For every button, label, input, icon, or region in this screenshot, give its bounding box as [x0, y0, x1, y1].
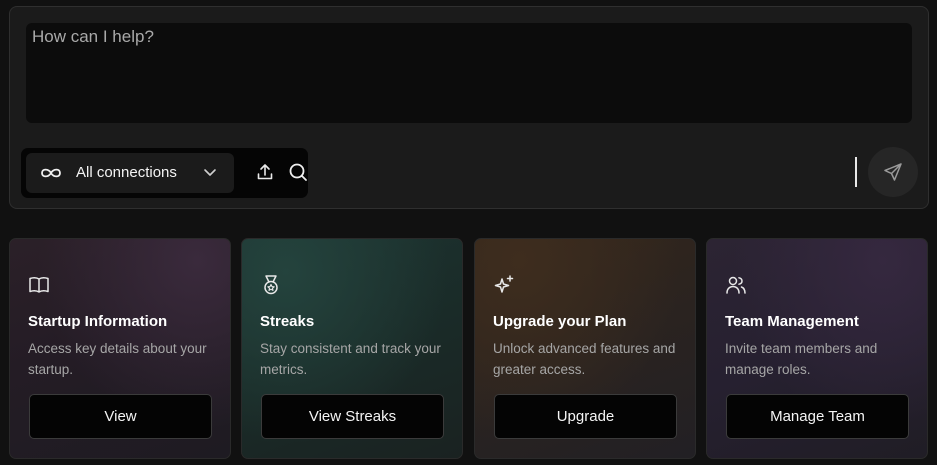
prompt-input[interactable]: [26, 23, 912, 123]
send-icon: [884, 163, 902, 181]
card-startup-information: Startup Information Access key details a…: [9, 238, 231, 459]
chevron-down-icon: [204, 169, 216, 176]
sparkles-icon: [494, 275, 514, 293]
manage-team-button[interactable]: Manage Team: [726, 394, 909, 439]
connections-label: All connections: [76, 164, 177, 181]
composer-toolbar: All connections: [21, 148, 308, 198]
book-open-icon: [29, 277, 49, 293]
prompt-composer: All connections: [9, 6, 929, 209]
card-team-management: Team Management Invite team members and …: [706, 238, 928, 459]
card-description: Stay consistent and track your metrics.: [260, 341, 441, 377]
page: All connections: [0, 0, 937, 465]
card-title: Startup Information: [28, 313, 168, 330]
card-description: Access key details about your startup.: [28, 341, 207, 377]
card-title: Streaks: [260, 313, 315, 330]
card-title: Team Management: [725, 313, 859, 330]
card-upgrade-plan: Upgrade your Plan Unlock advanced featur…: [474, 238, 696, 459]
view-streaks-button[interactable]: View Streaks: [261, 394, 444, 439]
text-cursor: [855, 157, 857, 187]
users-icon: [726, 276, 746, 294]
card-title: Upgrade your Plan: [493, 313, 627, 330]
upload-icon: [257, 164, 273, 180]
search-icon: [289, 163, 307, 181]
connections-dropdown[interactable]: All connections: [26, 153, 234, 193]
send-button[interactable]: [868, 147, 918, 197]
view-button[interactable]: View: [29, 394, 212, 439]
upload-button[interactable]: [253, 160, 277, 184]
upgrade-button[interactable]: Upgrade: [494, 394, 677, 439]
medal-icon: [264, 275, 278, 295]
search-button[interactable]: [286, 160, 310, 184]
card-streaks: Streaks Stay consistent and track your m…: [241, 238, 463, 459]
infinity-icon: [41, 168, 61, 178]
card-description: Invite team members and manage roles.: [725, 341, 878, 377]
card-description: Unlock advanced features and greater acc…: [493, 341, 676, 377]
